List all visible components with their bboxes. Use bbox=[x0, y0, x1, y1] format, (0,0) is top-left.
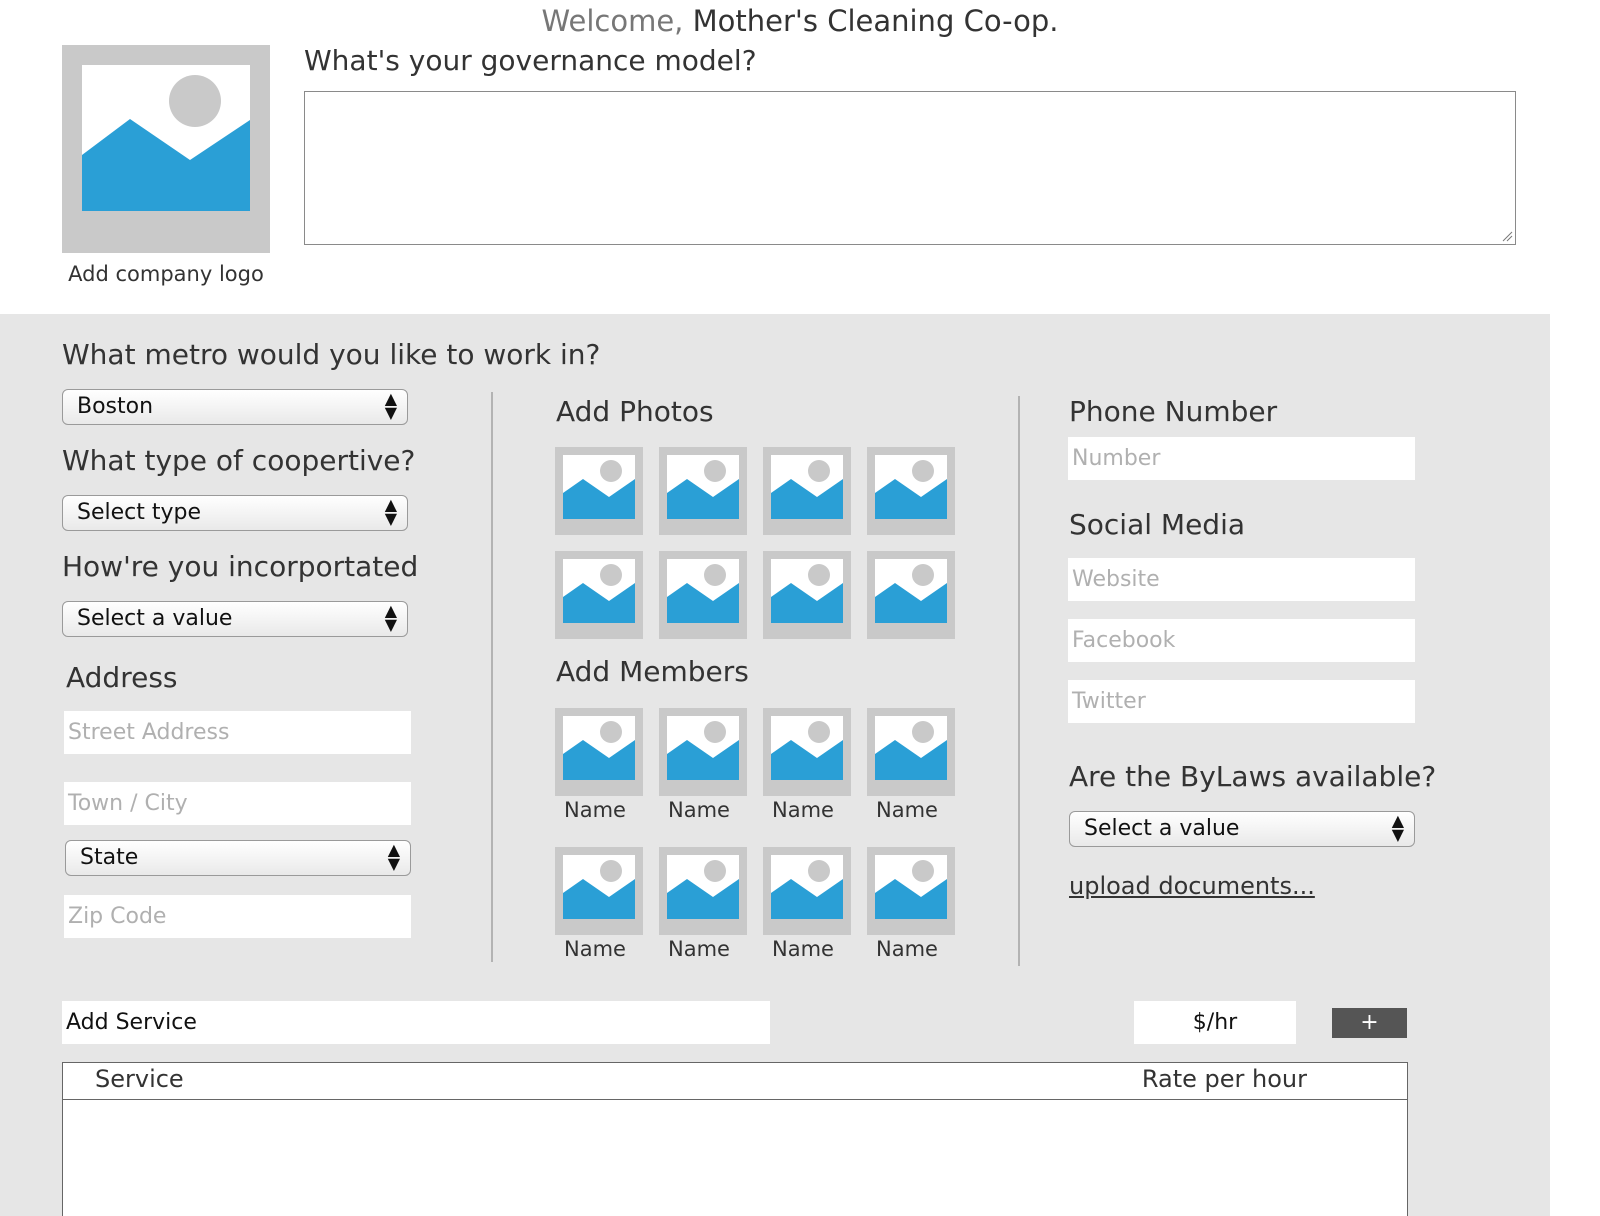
image-placeholder-icon bbox=[563, 716, 635, 780]
rate-input[interactable]: $/hr bbox=[1134, 1001, 1296, 1044]
add-service-button[interactable]: + bbox=[1332, 1008, 1407, 1038]
address-heading: Address bbox=[66, 661, 178, 694]
image-placeholder-icon bbox=[875, 716, 947, 780]
image-placeholder-icon bbox=[563, 559, 635, 623]
coop-type-select[interactable]: Select type ▲ ▼ bbox=[62, 495, 408, 531]
governance-textarea[interactable] bbox=[304, 91, 1516, 245]
coop-type-question: What type of coopertive? bbox=[62, 444, 416, 477]
photo-upload-slot[interactable] bbox=[763, 551, 851, 639]
photo-upload-slot[interactable] bbox=[555, 551, 643, 639]
column-divider bbox=[1018, 396, 1020, 966]
photo-upload-slot[interactable] bbox=[659, 551, 747, 639]
member-name-label[interactable]: Name bbox=[655, 798, 743, 822]
phone-heading: Phone Number bbox=[1069, 395, 1278, 428]
member-name-label[interactable]: Name bbox=[863, 937, 951, 961]
member-name-label[interactable]: Name bbox=[551, 937, 639, 961]
image-placeholder-icon bbox=[771, 559, 843, 623]
image-placeholder-icon bbox=[771, 716, 843, 780]
zip-code-field[interactable]: Zip Code bbox=[64, 895, 411, 938]
member-photo-slot[interactable] bbox=[763, 847, 851, 935]
image-placeholder-icon bbox=[667, 455, 739, 519]
photo-upload-slot[interactable] bbox=[867, 447, 955, 535]
member-name-label[interactable]: Name bbox=[863, 798, 951, 822]
up-down-arrow-icon: ▲ ▼ bbox=[1391, 811, 1404, 844]
social-media-heading: Social Media bbox=[1069, 508, 1246, 541]
image-placeholder-icon bbox=[875, 559, 947, 623]
up-down-arrow-icon: ▲ ▼ bbox=[384, 389, 397, 422]
metro-select[interactable]: Boston ▲ ▼ bbox=[62, 389, 408, 425]
incorporation-select[interactable]: Select a value ▲ ▼ bbox=[62, 601, 408, 637]
members-heading: Add Members bbox=[556, 655, 749, 688]
image-placeholder-icon bbox=[667, 559, 739, 623]
twitter-field[interactable]: Twitter bbox=[1068, 680, 1415, 723]
image-placeholder-icon bbox=[875, 455, 947, 519]
photo-upload-slot[interactable] bbox=[867, 551, 955, 639]
phone-number-field[interactable]: Number bbox=[1068, 437, 1415, 480]
member-name-label[interactable]: Name bbox=[759, 937, 847, 961]
image-placeholder-icon bbox=[771, 455, 843, 519]
metro-select-value: Boston bbox=[77, 394, 154, 419]
resize-grip-icon[interactable] bbox=[1501, 230, 1513, 242]
member-name-label[interactable]: Name bbox=[551, 798, 639, 822]
member-photo-slot[interactable] bbox=[659, 847, 747, 935]
column-header-service: Service bbox=[95, 1065, 184, 1093]
photo-upload-slot[interactable] bbox=[555, 447, 643, 535]
upload-documents-link[interactable]: upload documents... bbox=[1069, 872, 1315, 900]
photo-upload-slot[interactable] bbox=[659, 447, 747, 535]
governance-question: What's your governance model? bbox=[304, 44, 757, 77]
image-placeholder-icon bbox=[667, 855, 739, 919]
member-photo-slot[interactable] bbox=[555, 708, 643, 796]
services-table-header: Service Rate per hour bbox=[63, 1063, 1407, 1100]
town-city-field[interactable]: Town / City bbox=[64, 782, 411, 825]
facebook-field[interactable]: Facebook bbox=[1068, 619, 1415, 662]
image-placeholder-icon bbox=[771, 855, 843, 919]
company-logo-upload[interactable] bbox=[62, 45, 270, 253]
bylaws-select-value: Select a value bbox=[1084, 816, 1240, 841]
services-table: Service Rate per hour bbox=[62, 1062, 1408, 1216]
member-photo-slot[interactable] bbox=[867, 847, 955, 935]
image-placeholder-icon bbox=[875, 855, 947, 919]
up-down-arrow-icon: ▲ ▼ bbox=[384, 495, 397, 528]
state-select-value: State bbox=[80, 845, 139, 870]
column-divider bbox=[491, 392, 493, 962]
member-photo-slot[interactable] bbox=[763, 708, 851, 796]
member-name-label[interactable]: Name bbox=[655, 937, 743, 961]
company-name: Mother's Cleaning Co-op. bbox=[692, 4, 1059, 38]
street-address-field[interactable]: Street Address bbox=[64, 711, 411, 754]
image-placeholder-icon bbox=[563, 855, 635, 919]
state-select[interactable]: State ▲ ▼ bbox=[65, 840, 411, 876]
member-name-label[interactable]: Name bbox=[759, 798, 847, 822]
logo-label: Add company logo bbox=[68, 262, 264, 286]
coop-type-select-value: Select type bbox=[77, 500, 202, 525]
up-down-arrow-icon: ▲ ▼ bbox=[384, 601, 397, 634]
incorporation-select-value: Select a value bbox=[77, 606, 233, 631]
welcome-banner: Welcome, Mother's Cleaning Co-op. bbox=[0, 4, 1600, 38]
up-down-arrow-icon: ▲ ▼ bbox=[387, 840, 400, 873]
website-field[interactable]: Website bbox=[1068, 558, 1415, 601]
column-header-rate: Rate per hour bbox=[1141, 1065, 1307, 1093]
image-placeholder-icon bbox=[563, 455, 635, 519]
metro-question: What metro would you like to work in? bbox=[62, 338, 601, 371]
bylaws-question: Are the ByLaws available? bbox=[1069, 760, 1437, 793]
member-photo-slot[interactable] bbox=[867, 708, 955, 796]
add-service-input[interactable]: Add Service bbox=[62, 1001, 770, 1044]
member-photo-slot[interactable] bbox=[659, 708, 747, 796]
welcome-prefix: Welcome, bbox=[541, 4, 684, 38]
image-placeholder-icon bbox=[667, 716, 739, 780]
member-photo-slot[interactable] bbox=[555, 847, 643, 935]
image-placeholder-icon bbox=[82, 65, 250, 211]
bylaws-select[interactable]: Select a value ▲ ▼ bbox=[1069, 811, 1415, 847]
photo-upload-slot[interactable] bbox=[763, 447, 851, 535]
incorporation-question: How're you incorportated bbox=[62, 550, 419, 583]
photos-heading: Add Photos bbox=[556, 395, 714, 428]
